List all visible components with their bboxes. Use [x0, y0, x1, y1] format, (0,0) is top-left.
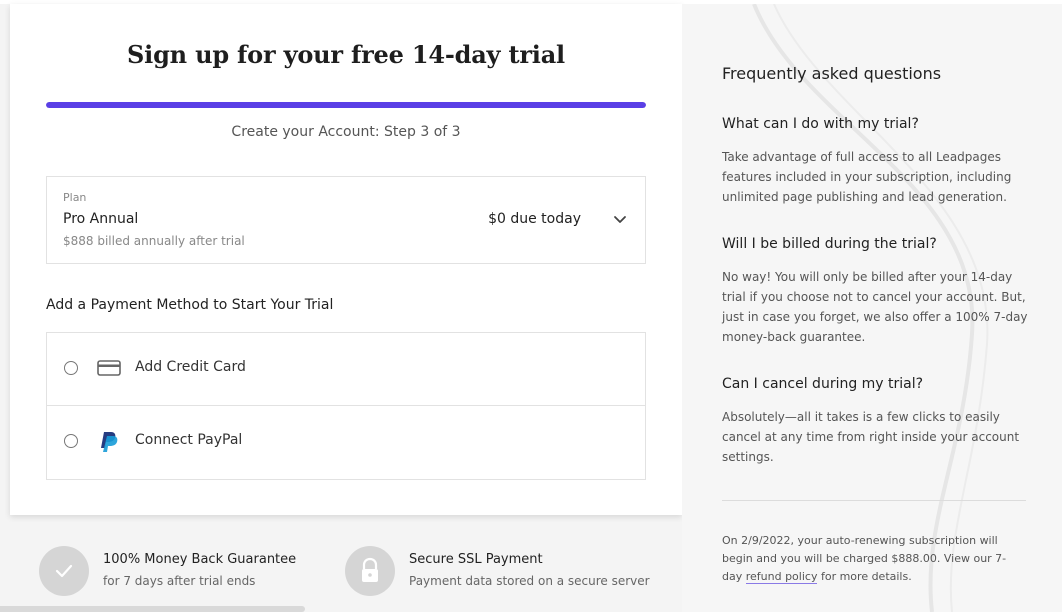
faq-divider — [722, 500, 1026, 501]
plan-due-today: $0 due today — [488, 211, 581, 227]
plan-billing-note: $888 billed annually after trial — [63, 234, 245, 248]
credit-card-icon — [97, 358, 121, 378]
payment-option-credit-card[interactable]: Add Credit Card — [47, 333, 645, 406]
secure-payment-badge: Secure SSL Payment Payment data stored o… — [345, 546, 665, 598]
plan-name: Pro Annual — [63, 211, 139, 227]
chevron-down-icon[interactable] — [609, 209, 631, 231]
faq-question-1: What can I do with my trial? — [722, 116, 919, 132]
payment-method-list: Add Credit Card Connect PayPal — [46, 332, 646, 480]
faq-panel: Frequently asked questions What can I do… — [682, 4, 1062, 612]
money-back-badge: 100% Money Back Guarantee for 7 days aft… — [39, 546, 309, 598]
paypal-label: Connect PayPal — [135, 432, 243, 448]
faq-answer-3: Absolutely—all it takes is a few clicks … — [722, 410, 1020, 464]
faq-question-2: Will I be billed during the trial? — [722, 236, 937, 252]
faq-question-3: Can I cancel during my trial? — [722, 376, 924, 392]
credit-card-radio[interactable] — [64, 361, 78, 375]
paypal-radio[interactable] — [64, 434, 78, 448]
payment-method-title: Add a Payment Method to Start Your Trial — [46, 297, 334, 313]
progress-fill — [46, 102, 646, 108]
plan-caption: Plan — [63, 191, 87, 204]
check-icon — [39, 546, 89, 596]
plan-selector[interactable]: Plan Pro Annual $888 billed annually aft… — [46, 176, 646, 264]
payment-option-paypal[interactable]: Connect PayPal — [47, 406, 645, 478]
signup-page: Sign up for your free 14-day trial Creat… — [0, 0, 1062, 612]
paypal-icon — [97, 431, 121, 452]
credit-card-label: Add Credit Card — [135, 359, 246, 375]
progress-bar — [46, 102, 646, 108]
refund-policy-link[interactable]: refund policy — [745, 570, 818, 584]
faq-answer-2: No way! You will only be billed after yo… — [722, 270, 1028, 344]
faq-title: Frequently asked questions — [722, 64, 942, 83]
renewal-text-after: for more details. — [817, 570, 912, 583]
horizontal-scrollbar[interactable] — [0, 606, 305, 612]
step-indicator: Create your Account: Step 3 of 3 — [231, 124, 461, 140]
faq-answer-1: Take advantage of full access to all Lea… — [722, 150, 1012, 204]
lock-icon — [345, 546, 395, 596]
secure-payment-title: Secure SSL Payment — [409, 552, 543, 567]
secure-payment-subtitle: Payment data stored on a secure server — [409, 574, 650, 588]
renewal-notice: On 2/9/2022, your auto-renewing subscrip… — [722, 532, 1022, 586]
money-back-subtitle: for 7 days after trial ends — [103, 574, 256, 588]
page-title: Sign up for your free 14-day trial — [127, 40, 565, 69]
money-back-title: 100% Money Back Guarantee — [103, 552, 297, 567]
signup-card: Sign up for your free 14-day trial Creat… — [10, 4, 682, 515]
